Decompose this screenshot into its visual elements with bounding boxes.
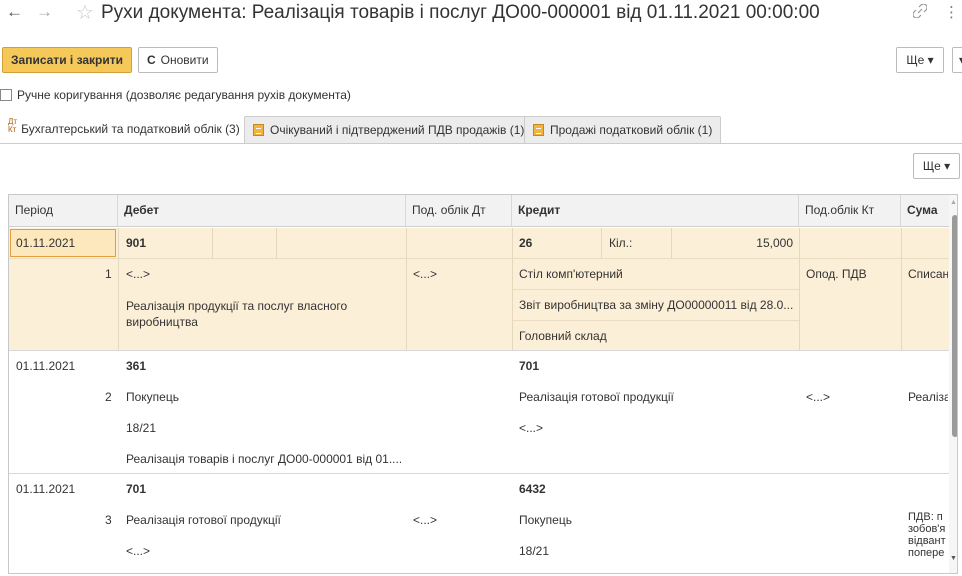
cell-divider xyxy=(212,228,213,258)
debit-subconto-2[interactable]: Реалізація продукції та послуг власного … xyxy=(126,298,391,330)
sum-content-cell[interactable]: Списан xyxy=(908,267,948,281)
table-row[interactable]: 01.11.2021 1 901 <...> Реалізація продук… xyxy=(9,228,949,350)
tax-kt-cell[interactable]: <...> xyxy=(806,390,830,404)
row-number: 3 xyxy=(105,513,112,527)
credit-subconto-2[interactable]: <...> xyxy=(519,421,543,435)
column-tax-dt[interactable]: Под. облік Дт xyxy=(406,195,512,226)
sum-content-cell[interactable]: ПДВ: п зобов'я відвант поперe xyxy=(908,511,948,559)
back-arrow-icon[interactable]: ← xyxy=(6,2,23,22)
credit-subconto-1[interactable]: Покупець xyxy=(519,513,572,527)
credit-subconto-2[interactable]: Звіт виробництва за зміну ДО00000011 від… xyxy=(519,298,795,312)
period-cell[interactable]: 01.11.2021 xyxy=(16,359,75,373)
sum-line: відвант xyxy=(908,535,946,547)
star-icon[interactable]: ☆ xyxy=(76,0,94,25)
credit-account[interactable]: 6432 xyxy=(519,482,546,496)
register-tabs: Дт Кт Бухгалтерський та податковий облік (… xyxy=(0,116,962,144)
cell-divider xyxy=(406,228,407,350)
cell-divider xyxy=(799,228,800,350)
debit-account[interactable]: 701 xyxy=(126,482,146,496)
tab-divider xyxy=(0,143,962,144)
tab-label: Бухгалтерський та податковий облік (3) xyxy=(21,122,240,136)
more-actions-button[interactable]: Ще ▾ xyxy=(896,47,944,73)
cell-divider xyxy=(276,228,277,258)
credit-account[interactable]: 26 xyxy=(519,236,532,250)
table-row[interactable]: 01.11.2021 2 361 Покупець 18/21 Реалізац… xyxy=(9,351,949,473)
register-icon xyxy=(253,124,264,136)
refresh-button[interactable]: C Оновити xyxy=(138,47,218,73)
quantity-label: Кіл.: xyxy=(609,236,633,250)
page-title: Рухи документа: Реалізація товарів і пос… xyxy=(101,2,820,23)
tax-kt-cell[interactable]: Опод. ПДВ xyxy=(806,267,867,281)
movements-table[interactable]: Період Дебет Под. облік Дт Кредит Под.об… xyxy=(8,194,958,574)
kt-icon-text: Кт xyxy=(8,125,17,134)
tab-vat-expected[interactable]: Очікуваний і підтверджений ПДВ продажів … xyxy=(244,116,534,144)
debit-subconto-3[interactable]: Реалізація товарів і послуг ДО00-000001 … xyxy=(126,452,401,466)
row-number: 1 xyxy=(105,267,112,281)
manual-edit-option[interactable]: Ручне коригування (дозволяє редагування … xyxy=(0,88,351,104)
scrollbar-thumb[interactable] xyxy=(952,215,957,437)
grid-more-button[interactable]: Ще ▾ xyxy=(913,153,960,179)
debit-subconto-1[interactable]: Реалізація готової продукції xyxy=(126,513,281,527)
cell-divider xyxy=(601,228,602,258)
tax-dt-cell[interactable]: <...> xyxy=(413,513,437,527)
extra-menu-button[interactable]: ▾ xyxy=(952,47,962,73)
cell-divider xyxy=(9,258,949,259)
tab-tax-sales[interactable]: Продажі податковий облік (1) xyxy=(524,116,722,144)
tax-dt-cell[interactable]: <...> xyxy=(413,267,437,281)
tab-accounting[interactable]: Дт Кт Бухгалтерський та податковий облік (… xyxy=(0,116,248,144)
dt-kt-icon: Дт Кт xyxy=(8,118,17,134)
register-icon xyxy=(533,124,544,136)
more-vertical-icon[interactable]: ⋮ xyxy=(944,3,959,21)
scroll-down-icon[interactable]: ▼ xyxy=(950,555,957,562)
table-row[interactable]: 01.11.2021 3 701 Реалізація готової прод… xyxy=(9,474,949,573)
cell-divider xyxy=(901,228,902,350)
link-icon[interactable] xyxy=(912,3,928,22)
credit-account[interactable]: 701 xyxy=(519,359,539,373)
row-number: 2 xyxy=(105,390,112,404)
sum-line: зобов'я xyxy=(908,523,946,535)
cell-divider xyxy=(512,320,799,321)
debit-account[interactable]: 901 xyxy=(126,236,146,250)
column-sum[interactable]: Сума xyxy=(901,195,951,226)
cell-divider xyxy=(512,289,799,290)
command-bar: Записати і закрити C Оновити Ще ▾ ▾ xyxy=(0,47,962,75)
column-period[interactable]: Період xyxy=(9,195,118,226)
column-debit[interactable]: Дебет xyxy=(118,195,406,226)
column-credit[interactable]: Кредит xyxy=(512,195,799,226)
cell-divider xyxy=(118,228,119,350)
debit-account[interactable]: 361 xyxy=(126,359,146,373)
debit-subconto-2[interactable]: 18/21 xyxy=(126,421,156,435)
column-tax-kt[interactable]: Под.облік Кт xyxy=(799,195,901,226)
sum-content-cell[interactable]: Реаліза xyxy=(908,390,948,404)
sum-line: ПДВ: п xyxy=(908,511,943,523)
debit-subconto-1[interactable]: Покупець xyxy=(126,390,179,404)
credit-subconto-1[interactable]: Реалізація готової продукції xyxy=(519,390,674,404)
quantity-value[interactable]: 15,000 xyxy=(709,236,793,250)
manual-edit-label: Ручне коригування (дозволяє редагування … xyxy=(17,88,351,102)
credit-subconto-3[interactable]: Головний склад xyxy=(519,329,607,343)
credit-subconto-1[interactable]: Стіл комп'ютерний xyxy=(519,267,623,281)
refresh-label: Оновити xyxy=(160,53,209,67)
forward-arrow-icon[interactable]: → xyxy=(36,2,53,22)
manual-edit-checkbox[interactable] xyxy=(0,89,12,101)
debit-subconto-1[interactable]: <...> xyxy=(126,267,150,281)
tab-label: Очікуваний і підтверджений ПДВ продажів … xyxy=(270,123,525,137)
debit-subconto-2[interactable]: <...> xyxy=(126,544,150,558)
scroll-up-icon[interactable]: ▲ xyxy=(950,199,957,206)
table-header: Період Дебет Под. облік Дт Кредит Под.об… xyxy=(9,195,957,227)
period-cell[interactable]: 01.11.2021 xyxy=(16,236,75,250)
save-and-close-button[interactable]: Записати і закрити xyxy=(2,47,133,73)
tab-label: Продажі податковий облік (1) xyxy=(550,123,713,137)
title-bar: ← → ☆ Рухи документа: Реалізація товарів… xyxy=(0,0,962,30)
period-cell[interactable]: 01.11.2021 xyxy=(16,482,75,496)
credit-subconto-2[interactable]: 18/21 xyxy=(519,544,549,558)
refresh-icon: C xyxy=(147,53,156,67)
cell-divider xyxy=(671,228,672,258)
sum-line: поперe xyxy=(908,547,945,559)
